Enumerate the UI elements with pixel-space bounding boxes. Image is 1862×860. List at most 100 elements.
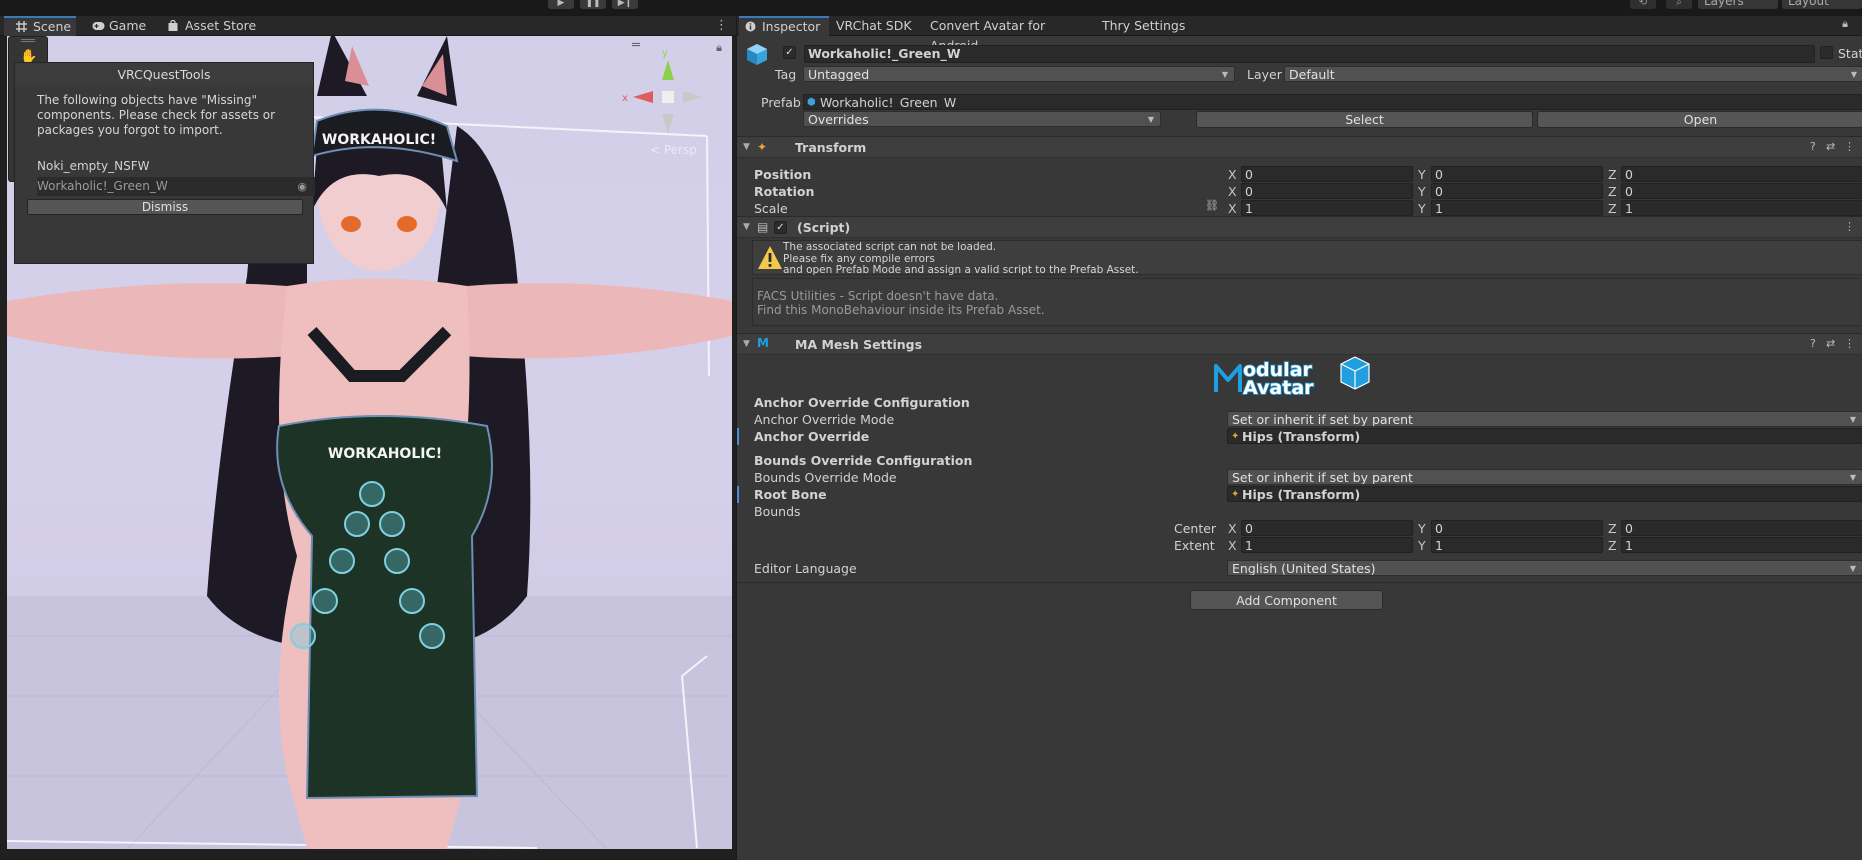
scale-label: Scale [754,201,788,216]
position-z-input[interactable]: 0 [1621,166,1862,182]
drag-handle-icon[interactable] [21,39,35,42]
layout-dropdown[interactable]: Layout [1782,0,1862,9]
scene-tab-bar: Scene Game Asset Store ⋮ [0,16,736,36]
layer-dropdown[interactable]: Default ▼ [1284,66,1862,82]
help-icon[interactable]: ? [1810,337,1816,350]
root-bone-label: Root Bone [754,487,827,502]
scale-z-input[interactable]: 1 [1621,200,1862,216]
prefab-label: Prefab [761,95,801,110]
rotation-z-input[interactable]: 0 [1621,183,1862,199]
bounds-section-title: Bounds Override Configuration [754,453,973,468]
gamepad-icon [92,17,105,30]
prefab-field[interactable]: ⬢ Workaholic!_Green_W [803,94,1862,110]
script-enabled-checkbox[interactable]: ✓ [774,221,787,234]
prefab-select-button[interactable]: Select [1196,111,1533,128]
svg-text:Avatar: Avatar [1243,377,1314,399]
extent-x-input[interactable]: 1 [1241,537,1413,553]
tab-asset-store[interactable]: Asset Store [168,16,278,36]
dismiss-button[interactable]: Dismiss [27,199,303,215]
vrcquesttools-dialog: VRCQuestTools The following objects have… [14,62,315,264]
chevron-down-icon: ▼ [1850,70,1857,79]
tab-thry-settings[interactable]: Thry Settings [1102,16,1192,36]
scale-x-input[interactable]: 1 [1241,200,1413,216]
search-icon[interactable]: ⌕ [1666,0,1692,9]
script-header[interactable]: ▼ ▤ ✓ (Script) ⋮ [737,216,1862,238]
center-y-input[interactable]: 0 [1431,520,1603,536]
static-checkbox[interactable] [1820,46,1833,59]
rotation-label: Rotation [754,184,815,199]
pause-button[interactable]: ❚❚ [580,0,606,9]
prefab-open-button[interactable]: Open [1537,111,1862,128]
position-x-input[interactable]: 0 [1241,166,1413,182]
active-checkbox[interactable]: ✓ [783,46,796,59]
extent-label: Extent [1174,538,1215,553]
add-component-button[interactable]: Add Component [1190,590,1383,610]
info-box: FACS Utilities - Script doesn't have dat… [752,278,1862,326]
inspector-tab-bar: Inspector VRChat SDK Convert Avatar for … [737,16,1862,53]
anchor-mode-label: Anchor Override Mode [754,412,895,427]
bounds-mode-dropdown[interactable]: Set or inherit if set by parent ▼ [1227,469,1862,485]
svg-text:WORKAHOLIC!: WORKAHOLIC! [322,132,436,148]
warning-icon [758,246,782,269]
foldout-arrow-icon[interactable]: ▼ [743,142,750,152]
object-picker-icon[interactable]: ◉ [297,177,307,196]
chevron-down-icon: ▼ [1221,70,1228,79]
extent-y-input[interactable]: 1 [1431,537,1603,553]
info-icon [745,19,757,32]
warning-box: The associated script can not be loaded.… [752,240,1862,276]
inspector-lock-icon[interactable]: 🔒︎ [1842,17,1848,31]
object-name-input[interactable]: Workaholic!_Green_W [804,45,1815,63]
position-y-input[interactable]: 0 [1431,166,1603,182]
dialog-title: VRCQuestTools [15,63,313,87]
tag-label: Tag [775,67,797,82]
svg-text:< Persp: < Persp [650,143,697,157]
anchor-override-field[interactable]: ✦ Hips (Transform) [1227,428,1862,444]
dialog-message: The following objects have "Missing" com… [37,93,276,137]
bounds-label: Bounds [754,504,801,519]
anchor-override-label: Anchor Override [754,429,870,444]
chevron-down-icon: ▼ [1849,564,1856,573]
lock-icon[interactable]: 🔒︎ [716,41,722,55]
rotation-y-input[interactable]: 0 [1431,183,1603,199]
missing-object-item[interactable]: Noki_empty_NSFW [37,157,315,176]
history-icon[interactable]: ⟲ [1630,0,1656,9]
center-label: Center [1174,521,1217,536]
foldout-arrow-icon[interactable]: ▼ [743,222,750,232]
foldout-arrow-icon[interactable]: ▼ [743,339,750,349]
layers-dropdown[interactable]: Layers [1698,0,1778,9]
tab-inspector[interactable]: Inspector [739,16,829,36]
modular-avatar-logo: odular Avatar [1213,352,1373,402]
rotation-x-input[interactable]: 0 [1241,183,1413,199]
menu-lines-icon[interactable]: ═ [632,38,640,53]
extent-z-input[interactable]: 1 [1621,537,1862,553]
svg-text:y: y [662,48,668,59]
overrides-dropdown[interactable]: Overrides ▼ [803,111,1161,127]
play-button[interactable]: ▶ [548,0,574,9]
chevron-down-icon: ▼ [1849,415,1856,424]
presets-icon[interactable]: ⇄ [1826,140,1835,153]
link-icon[interactable]: ⛓ [1205,199,1219,212]
root-bone-field[interactable]: ✦ Hips (Transform) [1227,486,1862,502]
missing-object-item[interactable]: Workaholic!_Green_W ◉ [37,177,315,196]
more-icon[interactable]: ⋮ [1844,140,1855,153]
help-icon[interactable]: ? [1810,140,1816,153]
tab-convert-avatar[interactable]: Convert Avatar for Android [930,16,1090,53]
tab-scene[interactable]: Scene [4,16,76,36]
scene-more-icon[interactable]: ⋮ [715,18,728,33]
center-x-input[interactable]: 0 [1241,520,1413,536]
transform-header[interactable]: ▼ ✦ Transform ? ⇄ ⋮ [737,136,1862,158]
step-button[interactable]: ▶❙ [612,0,638,9]
editor-language-label: Editor Language [754,561,857,576]
tag-dropdown[interactable]: Untagged ▼ [803,66,1235,82]
center-z-input[interactable]: 0 [1621,520,1862,536]
scale-y-input[interactable]: 1 [1431,200,1603,216]
override-indicator [737,428,739,445]
tab-game[interactable]: Game [92,16,156,36]
chevron-down-icon: ▼ [1849,473,1856,482]
more-icon[interactable]: ⋮ [1844,220,1855,233]
anchor-mode-dropdown[interactable]: Set or inherit if set by parent ▼ [1227,411,1862,427]
more-icon[interactable]: ⋮ [1844,337,1855,350]
presets-icon[interactable]: ⇄ [1826,337,1835,350]
editor-language-dropdown[interactable]: English (United States) ▼ [1227,560,1862,576]
tab-vrchat-sdk[interactable]: VRChat SDK [836,16,916,36]
